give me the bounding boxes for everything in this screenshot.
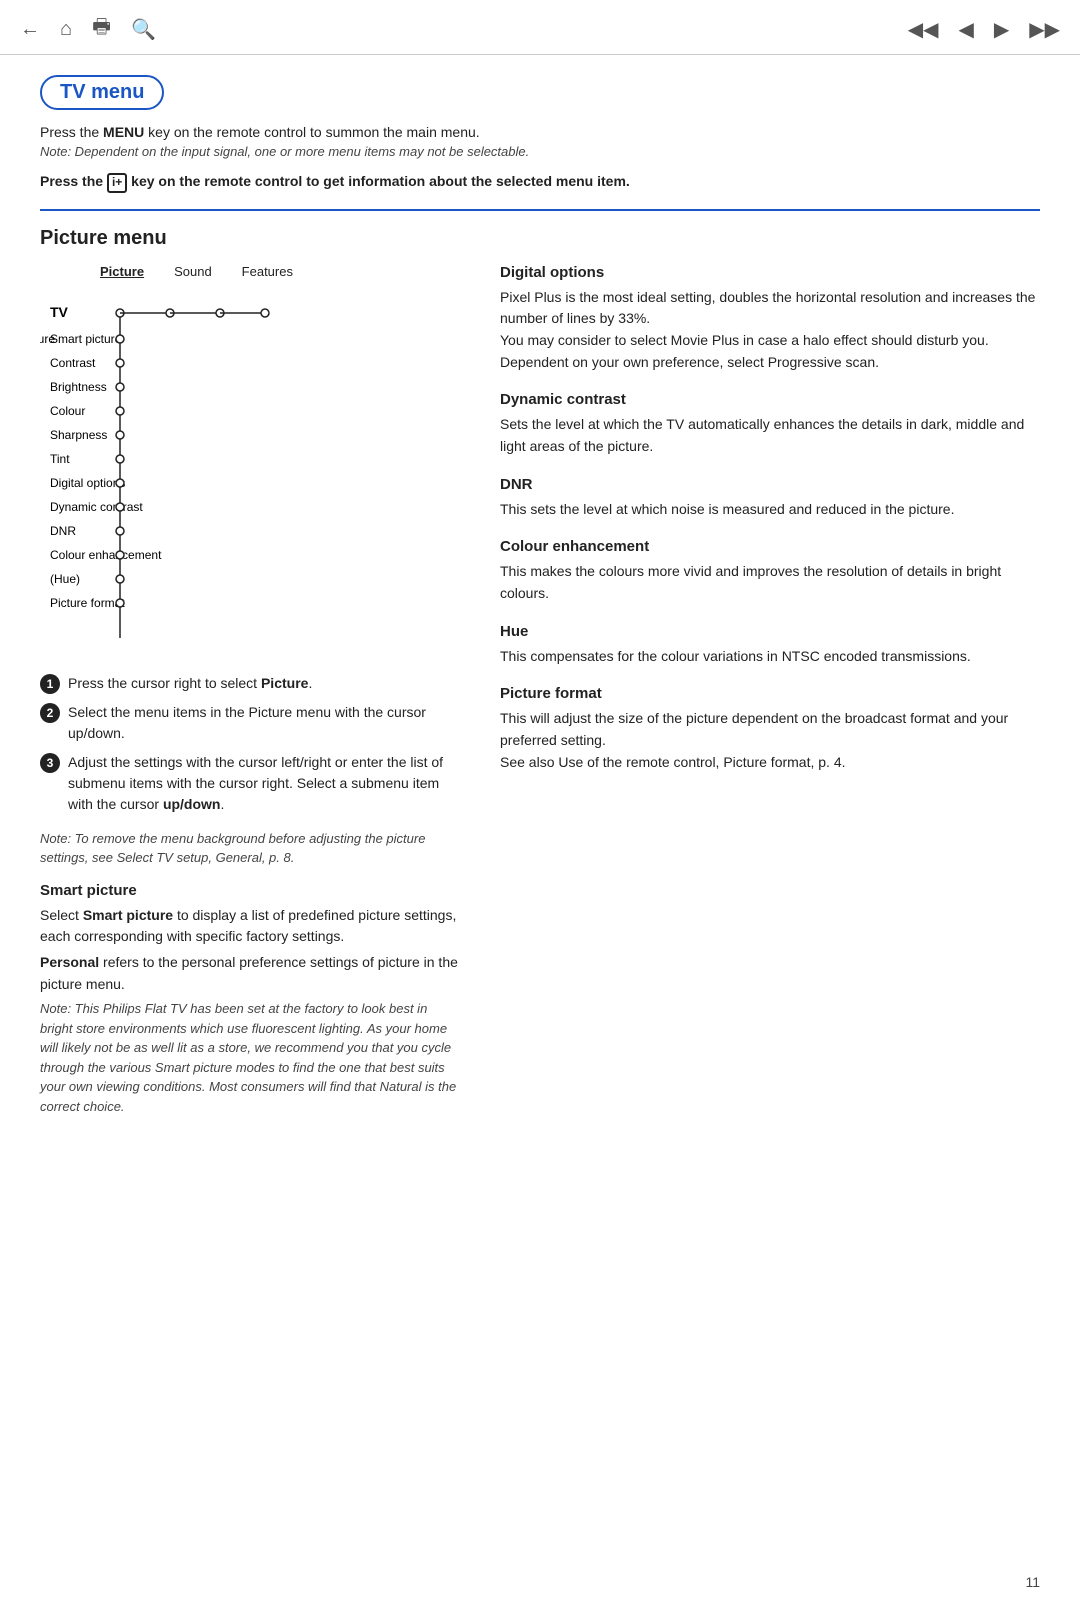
svg-text:DNR: DNR [50, 524, 76, 538]
right-column: Digital options Pixel Plus is the most i… [500, 264, 1040, 1131]
dnr-heading: DNR [500, 476, 1040, 493]
toolbar: ← ⌂ 🖶 🔍 ◀◀ ◀ ▶ ▶▶ [0, 0, 1080, 55]
toolbar-left: ← ⌂ 🖶 🔍 [20, 12, 156, 46]
step-3-text: Adjust the settings with the cursor left… [68, 752, 460, 815]
svg-text:(Hue): (Hue) [50, 572, 80, 586]
smart-picture-note: Note: This Philips Flat TV has been set … [40, 999, 460, 1116]
picture-format-heading: Picture format [500, 685, 1040, 702]
step-2-text: Select the menu items in the Picture men… [68, 702, 460, 744]
svg-text:Digital options: Digital options [50, 476, 125, 490]
tab-features: Features [242, 264, 293, 279]
hue-body: This compensates for the colour variatio… [500, 646, 1040, 668]
main-content: TV menu Press the MENU key on the remote… [0, 55, 1080, 1170]
digital-options-body: Pixel Plus is the most ideal setting, do… [500, 287, 1040, 374]
diagram-tabs: Picture Sound Features [100, 264, 460, 279]
info-icon: i+ [107, 173, 127, 193]
home-icon[interactable]: ⌂ [60, 18, 72, 41]
section-divider [40, 209, 1040, 211]
back-arrow-icon[interactable]: ← [20, 18, 40, 41]
toolbar-right: ◀◀ ◀ ▶ ▶▶ [908, 17, 1060, 42]
two-column-layout: Picture Sound Features TV [40, 264, 1040, 1131]
svg-text:Colour: Colour [50, 404, 85, 418]
menu-svg-diagram: TV Smart picture Smart picture [40, 283, 340, 653]
tab-sound: Sound [174, 264, 212, 279]
smart-picture-body1: Select Smart picture to display a list o… [40, 905, 460, 948]
skip-back-icon[interactable]: ◀◀ [908, 17, 939, 42]
colour-enhancement-body: This makes the colours more vivid and im… [500, 561, 1040, 604]
press-info: Press the i+ key on the remote control t… [40, 173, 1040, 193]
page-number: 11 [1025, 1574, 1040, 1590]
instruction-3: 3 Adjust the settings with the cursor le… [40, 752, 460, 815]
svg-text:Colour enhancement: Colour enhancement [50, 548, 162, 562]
intro-text: Press the MENU key on the remote control… [40, 124, 1040, 140]
search-icon[interactable]: 🔍 [131, 17, 156, 42]
instruction-list: 1 Press the cursor right to select Pictu… [40, 673, 460, 815]
svg-text:Sharpness: Sharpness [50, 428, 107, 442]
colour-enhancement-heading: Colour enhancement [500, 538, 1040, 555]
svg-text:Picture format: Picture format [50, 596, 125, 610]
step-1-num: 1 [40, 674, 60, 694]
tab-picture: Picture [100, 264, 144, 279]
picture-format-body: This will adjust the size of the picture… [500, 708, 1040, 773]
digital-options-heading: Digital options [500, 264, 1040, 281]
dnr-body: This sets the level at which noise is me… [500, 499, 1040, 521]
dynamic-contrast-heading: Dynamic contrast [500, 391, 1040, 408]
tv-menu-title: TV menu [40, 75, 164, 110]
prev-icon[interactable]: ◀ [958, 17, 973, 42]
svg-text:Tint: Tint [50, 452, 70, 466]
next-icon[interactable]: ▶ [994, 17, 1009, 42]
left-column: Picture Sound Features TV [40, 264, 460, 1131]
intro-note: Note: Dependent on the input signal, one… [40, 144, 1040, 159]
svg-text:TV: TV [50, 304, 69, 320]
step-1-text: Press the cursor right to select Picture… [68, 673, 312, 694]
svg-text:Brightness: Brightness [50, 380, 107, 394]
step-2-num: 2 [40, 703, 60, 723]
instruction-2: 2 Select the menu items in the Picture m… [40, 702, 460, 744]
smart-picture-heading: Smart picture [40, 882, 460, 899]
picture-menu-title: Picture menu [40, 227, 1040, 250]
instruction-1: 1 Press the cursor right to select Pictu… [40, 673, 460, 694]
hue-heading: Hue [500, 623, 1040, 640]
skip-forward-icon[interactable]: ▶▶ [1029, 17, 1060, 42]
svg-text:Dynamic contrast: Dynamic contrast [50, 500, 143, 514]
dynamic-contrast-body: Sets the level at which the TV automatic… [500, 414, 1040, 457]
step-3-num: 3 [40, 753, 60, 773]
note-italic: Note: To remove the menu background befo… [40, 829, 460, 868]
svg-text:Smart picture: Smart picture [50, 332, 122, 346]
smart-picture-body2: Personal refers to the personal preferen… [40, 952, 460, 995]
print-icon[interactable]: 🖶 [92, 12, 111, 46]
menu-diagram: Picture Sound Features TV [40, 264, 460, 653]
svg-text:Contrast: Contrast [50, 356, 96, 370]
